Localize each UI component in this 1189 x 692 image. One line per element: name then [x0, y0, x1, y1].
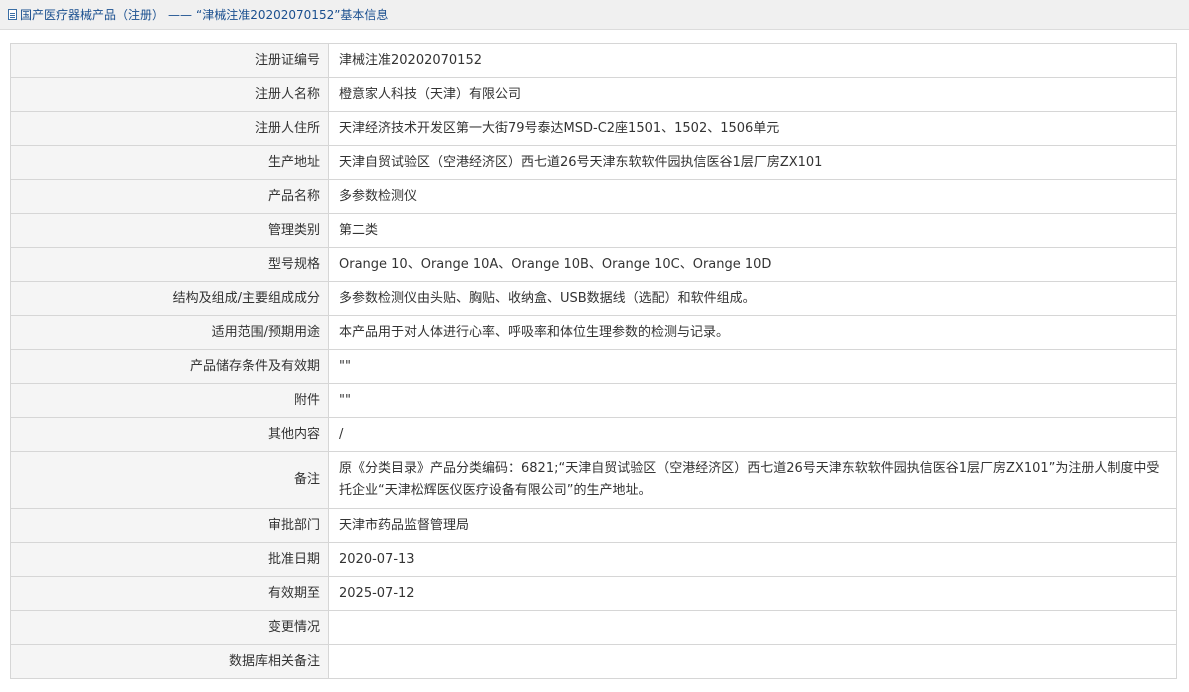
row-value: 橙意家人科技（天津）有限公司 [328, 77, 1177, 112]
row-value: / [328, 417, 1177, 452]
row-label: 变更情况 [10, 610, 329, 645]
table-row: 变更情况 [10, 610, 1177, 645]
breadcrumb-separator: —— [168, 7, 193, 22]
table-row: 产品储存条件及有效期 "" [10, 349, 1177, 384]
row-label: 有效期至 [10, 576, 329, 611]
row-label: 注册人住所 [10, 111, 329, 146]
row-value: 原《分类目录》产品分类编码：6821;“天津自贸试验区（空港经济区）西七道26号… [328, 451, 1177, 509]
row-label: 审批部门 [10, 508, 329, 543]
row-value: 津械注准20202070152 [328, 43, 1177, 78]
row-value: 天津自贸试验区（空港经济区）西七道26号天津东软软件园执信医谷1层厂房ZX101 [328, 145, 1177, 180]
row-label: 注册人名称 [10, 77, 329, 112]
table-row: 附件 "" [10, 383, 1177, 418]
row-label: 型号规格 [10, 247, 329, 282]
row-label: 附件 [10, 383, 329, 418]
row-label: 数据库相关备注 [10, 644, 329, 679]
row-label: 适用范围/预期用途 [10, 315, 329, 350]
row-value: "" [328, 383, 1177, 418]
row-value: 多参数检测仪 [328, 179, 1177, 214]
registration-info-table: 注册证编号 津械注准20202070152 注册人名称 橙意家人科技（天津）有限… [10, 43, 1177, 679]
row-value: "" [328, 349, 1177, 384]
row-label: 备注 [10, 451, 329, 509]
row-value: 多参数检测仪由头贴、胸贴、收纳盒、USB数据线（选配）和软件组成。 [328, 281, 1177, 316]
row-value: 天津市药品监督管理局 [328, 508, 1177, 543]
table-row: 审批部门 天津市药品监督管理局 [10, 508, 1177, 543]
row-value: 2025-07-12 [328, 576, 1177, 611]
row-label: 产品名称 [10, 179, 329, 214]
row-value [328, 610, 1177, 645]
table-row: 管理类别 第二类 [10, 213, 1177, 248]
row-label: 管理类别 [10, 213, 329, 248]
document-icon [8, 9, 17, 20]
row-label: 批准日期 [10, 542, 329, 577]
row-value [328, 644, 1177, 679]
breadcrumb: 国产医疗器械产品（注册） —— “津械注准20202070152”基本信息 [0, 0, 1189, 30]
row-label: 结构及组成/主要组成成分 [10, 281, 329, 316]
table-row: 注册证编号 津械注准20202070152 [10, 43, 1177, 78]
info-table-container: 注册证编号 津械注准20202070152 注册人名称 橙意家人科技（天津）有限… [10, 43, 1177, 679]
table-row: 数据库相关备注 [10, 644, 1177, 679]
row-value: 第二类 [328, 213, 1177, 248]
table-row: 批准日期 2020-07-13 [10, 542, 1177, 577]
table-row: 产品名称 多参数检测仪 [10, 179, 1177, 214]
row-label: 生产地址 [10, 145, 329, 180]
table-row: 备注 原《分类目录》产品分类编码：6821;“天津自贸试验区（空港经济区）西七道… [10, 451, 1177, 509]
table-row: 有效期至 2025-07-12 [10, 576, 1177, 611]
table-row: 注册人住所 天津经济技术开发区第一大街79号泰达MSD-C2座1501、1502… [10, 111, 1177, 146]
row-value: Orange 10、Orange 10A、Orange 10B、Orange 1… [328, 247, 1177, 282]
row-value: 2020-07-13 [328, 542, 1177, 577]
breadcrumb-root-link[interactable]: 国产医疗器械产品（注册） [20, 6, 164, 23]
table-row: 其他内容 / [10, 417, 1177, 452]
table-row: 生产地址 天津自贸试验区（空港经济区）西七道26号天津东软软件园执信医谷1层厂房… [10, 145, 1177, 180]
row-value: 天津经济技术开发区第一大街79号泰达MSD-C2座1501、1502、1506单… [328, 111, 1177, 146]
table-row: 型号规格 Orange 10、Orange 10A、Orange 10B、Ora… [10, 247, 1177, 282]
row-label: 注册证编号 [10, 43, 329, 78]
row-label: 产品储存条件及有效期 [10, 349, 329, 384]
breadcrumb-current: “津械注准20202070152”基本信息 [196, 8, 389, 22]
table-row: 结构及组成/主要组成成分 多参数检测仪由头贴、胸贴、收纳盒、USB数据线（选配）… [10, 281, 1177, 316]
table-row: 适用范围/预期用途 本产品用于对人体进行心率、呼吸率和体位生理参数的检测与记录。 [10, 315, 1177, 350]
row-value: 本产品用于对人体进行心率、呼吸率和体位生理参数的检测与记录。 [328, 315, 1177, 350]
row-label: 其他内容 [10, 417, 329, 452]
table-row: 注册人名称 橙意家人科技（天津）有限公司 [10, 77, 1177, 112]
